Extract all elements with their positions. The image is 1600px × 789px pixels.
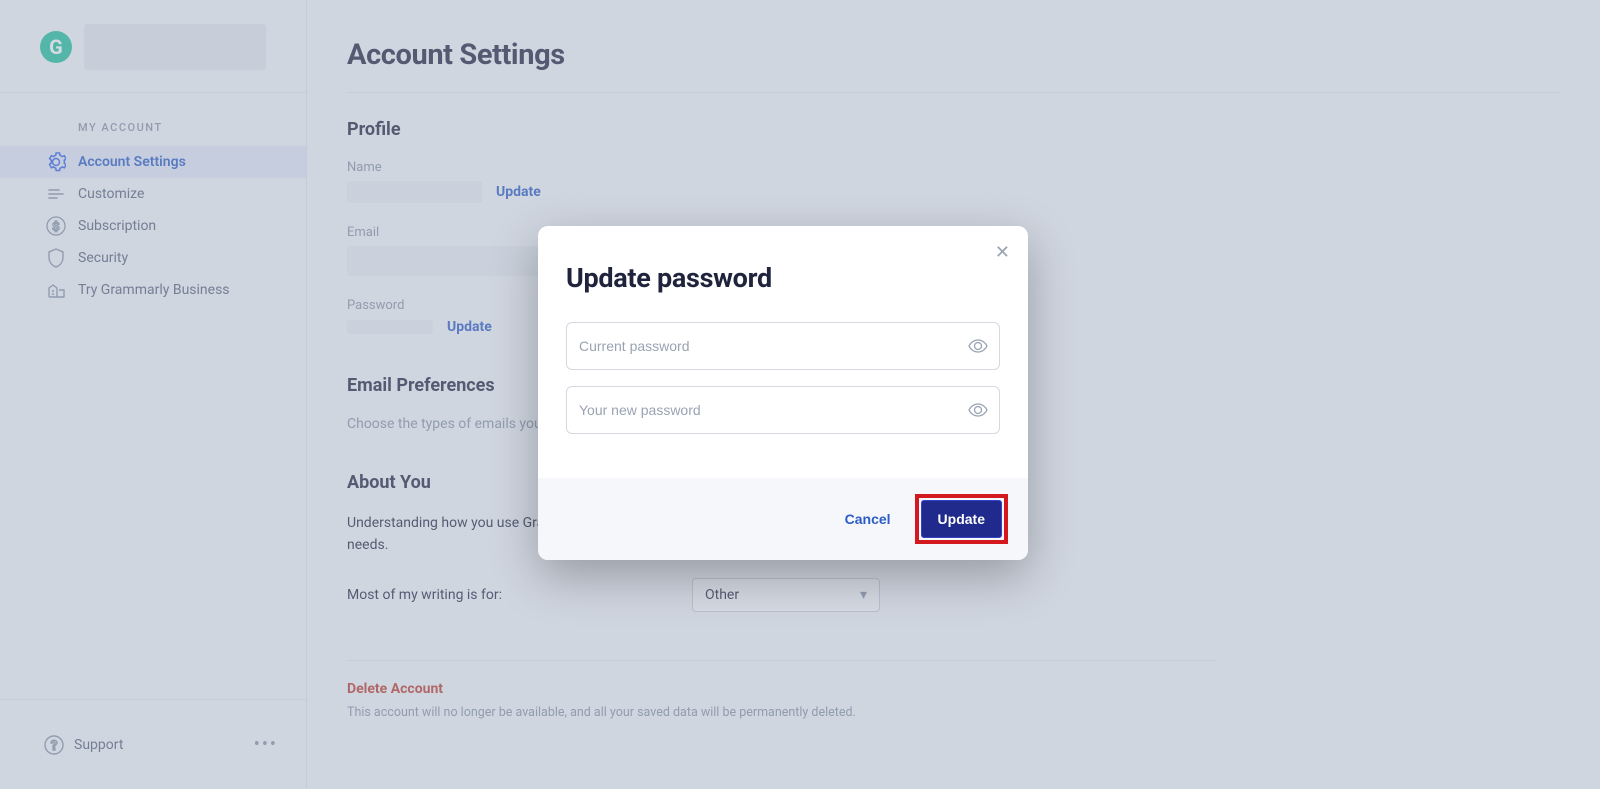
new-password-input[interactable]: [566, 386, 1000, 434]
current-password-input[interactable]: [566, 322, 1000, 370]
update-button-highlight: Update: [915, 494, 1008, 544]
current-password-field: [566, 322, 1000, 370]
eye-icon[interactable]: [968, 400, 988, 420]
modal-title: Update password: [566, 262, 1000, 294]
eye-icon[interactable]: [968, 336, 988, 356]
update-button[interactable]: Update: [921, 500, 1002, 538]
cancel-button[interactable]: Cancel: [827, 501, 909, 537]
new-password-field: [566, 386, 1000, 434]
modal-footer: Cancel Update: [538, 478, 1028, 560]
update-password-modal: ✕ Update password Cancel Update: [538, 226, 1028, 560]
close-icon[interactable]: ✕: [995, 242, 1010, 263]
